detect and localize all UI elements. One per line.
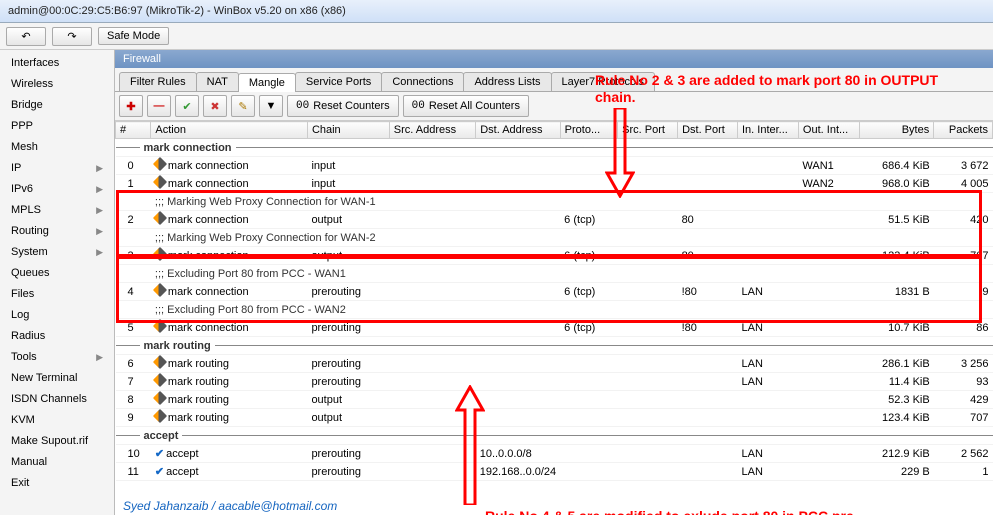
- col-dst-port[interactable]: Dst. Port: [678, 122, 738, 139]
- menu-item-radius[interactable]: Radius: [2, 326, 112, 346]
- rule-row[interactable]: 7mark routingpreroutingLAN11.4 KiB93: [116, 373, 993, 391]
- col-number[interactable]: #: [116, 122, 151, 139]
- group-header[interactable]: mark routing: [116, 337, 993, 355]
- tab-address-lists[interactable]: Address Lists: [463, 72, 551, 91]
- remove-button[interactable]: —: [147, 95, 171, 117]
- reset-all-counters-button[interactable]: 00Reset All Counters: [403, 95, 529, 117]
- window-title: Firewall: [115, 50, 993, 68]
- annotation-2: Rule No 4 & 5 are modified to exlude por…: [485, 508, 865, 515]
- col-src-port[interactable]: Src. Port: [618, 122, 678, 139]
- rule-row[interactable]: 0mark connectioninputWAN1686.4 KiB3 672: [116, 157, 993, 175]
- rule-comment[interactable]: ;;; Excluding Port 80 from PCC - WAN2: [116, 301, 993, 319]
- main-menu: InterfacesWirelessBridgePPPMeshIP▶IPv6▶M…: [0, 50, 115, 515]
- window-titlebar: admin@00:0C:29:C5:B6:97 (MikroTik-2) - W…: [0, 0, 993, 23]
- menu-item-ppp[interactable]: PPP: [2, 116, 112, 136]
- rule-row[interactable]: 2mark connectionoutput6 (tcp)8051.5 KiB4…: [116, 211, 993, 229]
- menu-item-tools[interactable]: Tools▶: [2, 347, 112, 367]
- menu-item-log[interactable]: Log: [2, 305, 112, 325]
- rule-comment[interactable]: ;;; Marking Web Proxy Connection for WAN…: [116, 229, 993, 247]
- add-button[interactable]: ✚: [119, 95, 143, 117]
- menu-item-files[interactable]: Files: [2, 284, 112, 304]
- footer-credit: Syed Jahanzaib / aacable@hotmail.com: [123, 499, 337, 513]
- menu-item-mesh[interactable]: Mesh: [2, 137, 112, 157]
- rule-row[interactable]: 9mark routingoutput123.4 KiB707: [116, 409, 993, 427]
- rule-row[interactable]: 5mark connectionprerouting6 (tcp)!80LAN1…: [116, 319, 993, 337]
- content-pane: Firewall Filter RulesNATMangleService Po…: [115, 50, 993, 515]
- tab-filter-rules[interactable]: Filter Rules: [119, 72, 197, 91]
- rule-row[interactable]: 11✔acceptprerouting192.168..0.0/24LAN229…: [116, 463, 993, 481]
- menu-item-manual[interactable]: Manual: [2, 452, 112, 472]
- menu-item-ip[interactable]: IP▶: [2, 158, 112, 178]
- menu-item-exit[interactable]: Exit: [2, 473, 112, 493]
- top-toolbar: ↶ ↷ Safe Mode: [0, 23, 993, 50]
- col-action[interactable]: Action: [151, 122, 308, 139]
- filter-button[interactable]: ▼: [259, 95, 283, 117]
- menu-item-kvm[interactable]: KVM: [2, 410, 112, 430]
- rule-comment[interactable]: ;;; Marking Web Proxy Connection for WAN…: [116, 193, 993, 211]
- col-packets[interactable]: Packets: [934, 122, 993, 139]
- rule-row[interactable]: 8mark routingoutput52.3 KiB429: [116, 391, 993, 409]
- rule-row[interactable]: 4mark connectionprerouting6 (tcp)!80LAN1…: [116, 283, 993, 301]
- rule-row[interactable]: 6mark routingpreroutingLAN286.1 KiB3 256: [116, 355, 993, 373]
- annotation-1: Rule No 2 & 3 are added to mark port 80 …: [595, 72, 955, 106]
- disable-button[interactable]: ✖: [203, 95, 227, 117]
- col-src-address[interactable]: Src. Address: [389, 122, 475, 139]
- rule-row[interactable]: 10✔acceptprerouting10..0.0.0/8LAN212.9 K…: [116, 445, 993, 463]
- tab-service-ports[interactable]: Service Ports: [295, 72, 382, 91]
- reset-counters-button[interactable]: 00Reset Counters: [287, 95, 399, 117]
- undo-button[interactable]: ↶: [6, 27, 46, 46]
- rule-row[interactable]: 1mark connectioninputWAN2968.0 KiB4 005: [116, 175, 993, 193]
- menu-item-queues[interactable]: Queues: [2, 263, 112, 283]
- col-chain[interactable]: Chain: [307, 122, 389, 139]
- group-header[interactable]: accept: [116, 427, 993, 445]
- menu-item-ipv6[interactable]: IPv6▶: [2, 179, 112, 199]
- rules-table[interactable]: # Action Chain Src. Address Dst. Address…: [115, 121, 993, 515]
- menu-item-new-terminal[interactable]: New Terminal: [2, 368, 112, 388]
- comment-button[interactable]: ✎: [231, 95, 255, 117]
- safe-mode-button[interactable]: Safe Mode: [98, 27, 169, 45]
- col-protocol[interactable]: Proto...: [560, 122, 617, 139]
- menu-item-interfaces[interactable]: Interfaces: [2, 53, 112, 73]
- enable-button[interactable]: ✔: [175, 95, 199, 117]
- group-header[interactable]: mark connection: [116, 139, 993, 157]
- menu-item-mpls[interactable]: MPLS▶: [2, 200, 112, 220]
- tab-nat[interactable]: NAT: [196, 72, 239, 91]
- col-dst-address[interactable]: Dst. Address: [476, 122, 560, 139]
- rule-comment[interactable]: ;;; Excluding Port 80 from PCC - WAN1: [116, 265, 993, 283]
- menu-item-wireless[interactable]: Wireless: [2, 74, 112, 94]
- menu-item-isdn-channels[interactable]: ISDN Channels: [2, 389, 112, 409]
- tab-mangle[interactable]: Mangle: [238, 73, 296, 92]
- menu-item-routing[interactable]: Routing▶: [2, 221, 112, 241]
- menu-item-make-supout-rif[interactable]: Make Supout.rif: [2, 431, 112, 451]
- col-bytes[interactable]: Bytes: [859, 122, 934, 139]
- menu-item-bridge[interactable]: Bridge: [2, 95, 112, 115]
- redo-button[interactable]: ↷: [52, 27, 92, 46]
- tab-connections[interactable]: Connections: [381, 72, 464, 91]
- col-in-interface[interactable]: In. Inter...: [737, 122, 798, 139]
- menu-item-system[interactable]: System▶: [2, 242, 112, 262]
- rule-row[interactable]: 3mark connectionoutput6 (tcp)80123.4 KiB…: [116, 247, 993, 265]
- col-out-interface[interactable]: Out. Int...: [798, 122, 859, 139]
